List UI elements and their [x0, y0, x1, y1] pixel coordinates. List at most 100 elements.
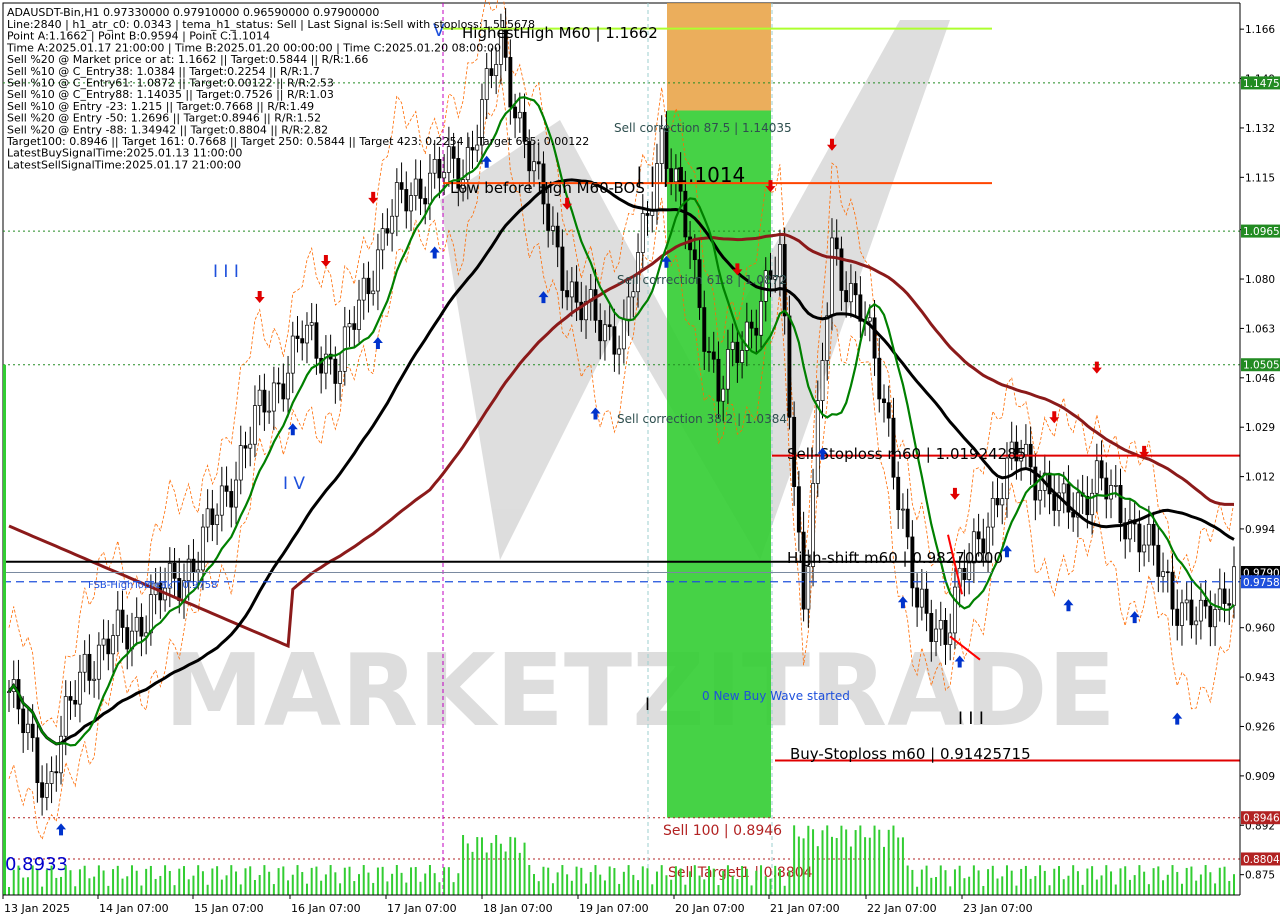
candle-body	[716, 358, 721, 402]
candle-body	[229, 491, 234, 508]
volume-bar	[1162, 880, 1165, 895]
candle-body	[848, 283, 853, 303]
candle-body	[82, 653, 87, 673]
candle-body	[508, 57, 513, 108]
volume-bar	[708, 866, 710, 895]
volume-bar	[187, 879, 190, 895]
volume-bar	[1133, 875, 1136, 895]
volume-bar	[745, 868, 748, 895]
volume-bar	[788, 870, 791, 895]
volume-bar	[438, 882, 441, 895]
candle-body	[281, 383, 286, 400]
candle-body	[101, 638, 106, 646]
volume-bar	[320, 880, 323, 895]
candle-body	[730, 341, 735, 350]
y-tick-label-14: 0.926	[1245, 721, 1275, 733]
candle-body	[413, 178, 418, 196]
volume-bar	[674, 866, 677, 895]
volume-bar	[726, 865, 729, 895]
volume-bar	[88, 878, 91, 895]
volume-bar	[26, 877, 29, 895]
volume-bar	[575, 866, 578, 895]
candle-body	[844, 290, 849, 303]
x-tick-label-1: 14 Jan 07:00	[99, 902, 169, 915]
candle-body	[1151, 523, 1156, 546]
volume-bar	[906, 865, 909, 895]
candle-body	[172, 562, 177, 579]
volume-bar	[797, 836, 800, 895]
volume-bar	[197, 865, 200, 895]
candle-body	[872, 317, 877, 359]
volume-bar	[41, 886, 44, 895]
volume-bar	[443, 867, 446, 895]
volume-bar	[1095, 879, 1098, 895]
candle-body	[234, 479, 238, 508]
volume-bar	[8, 887, 10, 895]
volume-bar	[849, 846, 852, 895]
candle-body	[1061, 483, 1066, 494]
volume-bar	[722, 871, 725, 895]
candle-body	[309, 322, 314, 326]
candle-body	[125, 627, 130, 650]
volume-bar	[561, 865, 564, 895]
candle-body	[536, 161, 541, 165]
volume-bar	[64, 865, 67, 895]
candle-body	[200, 526, 205, 571]
candle-body	[252, 405, 257, 445]
volume-bar	[268, 871, 271, 895]
volume-bar	[987, 869, 990, 895]
volume-bar	[637, 880, 640, 895]
volume-bar	[50, 865, 53, 895]
candle-body	[532, 161, 536, 172]
annotation-1: Sell correction 61.8 | 1.0872	[617, 273, 787, 287]
candle-body	[1146, 523, 1151, 546]
volume-bar	[1143, 871, 1146, 895]
candle-body	[44, 783, 49, 798]
volume-bar	[977, 870, 980, 895]
candle-body	[555, 225, 560, 248]
candle-body	[1099, 460, 1104, 479]
candle-body	[1213, 609, 1218, 628]
volume-bar	[712, 868, 715, 895]
volume-bar	[466, 843, 469, 895]
volume-bar	[230, 865, 233, 895]
volume-bar	[949, 886, 952, 895]
volume-bar	[121, 878, 124, 895]
volume-bar	[410, 867, 413, 895]
candle-body	[366, 277, 371, 295]
y-tick-label-5: 1.080	[1245, 274, 1275, 286]
candle-body	[607, 324, 612, 328]
volume-bar	[1072, 865, 1075, 895]
volume-bar	[1119, 868, 1122, 895]
volume-bar	[1228, 880, 1231, 895]
volume-bar	[339, 883, 342, 895]
volume-bar	[1190, 866, 1193, 895]
annotation-2: Sell correction 38.2 | 1.0384	[617, 412, 787, 426]
candle-body	[692, 249, 697, 261]
candle-body	[598, 319, 603, 342]
candle-body	[1175, 608, 1180, 626]
candle-body	[1208, 605, 1213, 628]
volume-bar	[1223, 866, 1226, 895]
x-tick-label-4: 17 Jan 07:00	[387, 902, 457, 915]
volume-bar	[1062, 879, 1065, 895]
volume-bar	[755, 870, 758, 895]
volume-bar	[760, 865, 763, 895]
volume-bar	[107, 885, 110, 895]
volume-bar	[1053, 868, 1056, 895]
volume-bar	[679, 868, 682, 895]
candle-body	[740, 350, 745, 363]
candle-body	[63, 696, 68, 737]
candle-body	[73, 699, 78, 705]
candle-body	[1113, 485, 1118, 487]
volume-bar	[655, 871, 658, 895]
y-tick-label-13: 0.943	[1245, 672, 1275, 684]
volume-bar	[367, 872, 370, 895]
volume-bar	[74, 886, 77, 895]
price-tag-label-6: 0.8804	[1243, 854, 1280, 866]
volume-bar	[991, 865, 994, 895]
candle-body	[801, 531, 806, 610]
volume-bar	[348, 866, 351, 895]
volume-bar	[551, 883, 554, 895]
candle-body	[900, 508, 905, 511]
